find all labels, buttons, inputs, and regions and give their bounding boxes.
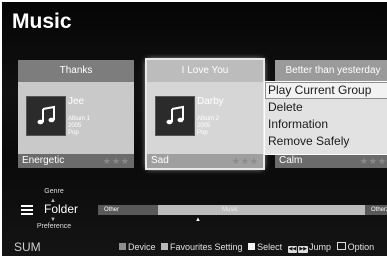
track-year: 2005: [197, 123, 211, 129]
music-note-icon: [166, 105, 184, 125]
hint-device[interactable]: Device: [128, 242, 156, 252]
track-meta: Album 1 2005 Pop: [68, 116, 128, 137]
track-body: Darby Album 2 2005 Pop: [147, 82, 263, 154]
track-title: I Love You: [147, 60, 263, 82]
track-artist: Darby: [197, 96, 224, 107]
music-note-icon: [37, 105, 55, 125]
rewind-icon: ◀◀: [287, 246, 298, 253]
track-meta: Album 2 2005 Pop: [197, 116, 257, 137]
track-footer: Energetic ★★★: [18, 154, 134, 168]
track-card[interactable]: Thanks Jee Album 1 2005 Pop Energetic ★★…: [18, 60, 134, 168]
track-genre: Pop: [197, 130, 208, 136]
hint-option[interactable]: Option: [348, 242, 375, 252]
track-mood: Sad: [151, 155, 169, 166]
group-right[interactable]: Other2: [371, 205, 387, 215]
rating-stars: ★★★: [102, 156, 130, 166]
fast-forward-icon: ▶▶: [298, 246, 309, 253]
menu-item-play-current-group[interactable]: Play Current Group: [265, 82, 387, 99]
menu-item-delete[interactable]: Delete: [265, 99, 387, 116]
sort-mode-selector[interactable]: Genre ▲ Folder ▼ Preference: [16, 188, 92, 234]
track-footer: Calm ★★★: [275, 154, 387, 168]
device-label: SUM: [14, 240, 41, 254]
yellow-button-icon: [248, 243, 256, 250]
button-hints: Device Favourites Setting Select ◀◀ ▶▶ Jum…: [119, 238, 374, 256]
track-genre: Pop: [68, 130, 79, 136]
menu-item-information[interactable]: Information: [265, 116, 387, 133]
track-album: Album 2: [197, 116, 220, 122]
red-button-icon: [119, 243, 126, 250]
music-screen: Music Thanks Jee Album 1 2005 Pop Energe…: [2, 2, 387, 256]
group-position-caret: ▲: [195, 217, 201, 223]
track-title: Thanks: [18, 60, 134, 82]
tools-icon: [336, 242, 346, 250]
group-center[interactable]: Music: [222, 205, 238, 215]
green-button-icon: [161, 243, 169, 250]
menu-item-remove-safely[interactable]: Remove Safely: [265, 133, 387, 150]
group-band-active[interactable]: [158, 205, 365, 215]
track-mood: Calm: [279, 155, 303, 166]
hint-select[interactable]: Select: [257, 242, 282, 252]
track-mood: Energetic: [22, 155, 65, 166]
track-footer: Sad ★★★: [147, 154, 263, 168]
album-art: [155, 96, 195, 136]
album-art: [26, 96, 66, 136]
list-icon: [21, 205, 33, 215]
rating-stars: ★★★: [231, 156, 259, 166]
track-artist: Jee: [68, 96, 85, 107]
sort-mode-prev[interactable]: Genre: [16, 188, 92, 195]
group-band: Other Music Other2: [98, 205, 387, 215]
track-year: 2005: [68, 123, 82, 129]
hint-jump[interactable]: Jump: [309, 242, 331, 252]
sort-mode-current[interactable]: Folder: [44, 202, 78, 216]
context-menu: Play Current Group Delete Information Re…: [264, 81, 387, 155]
track-title: Better than yesterday: [275, 60, 387, 82]
footer-bar: SUM Device Favourites Setting Select ◀◀ ▶…: [2, 238, 387, 256]
rating-stars: ★★★: [359, 156, 387, 166]
group-left[interactable]: Other: [104, 205, 119, 215]
page-title: Music: [12, 10, 72, 33]
track-album: Album 1: [68, 116, 91, 122]
sort-mode-next[interactable]: Preference: [16, 223, 92, 230]
track-card-selected[interactable]: I Love You Darby Album 2 2005 Pop Sad ★★…: [147, 60, 263, 168]
hint-favourites[interactable]: Favourites Setting: [170, 242, 243, 252]
track-body: Jee Album 1 2005 Pop: [18, 82, 134, 154]
